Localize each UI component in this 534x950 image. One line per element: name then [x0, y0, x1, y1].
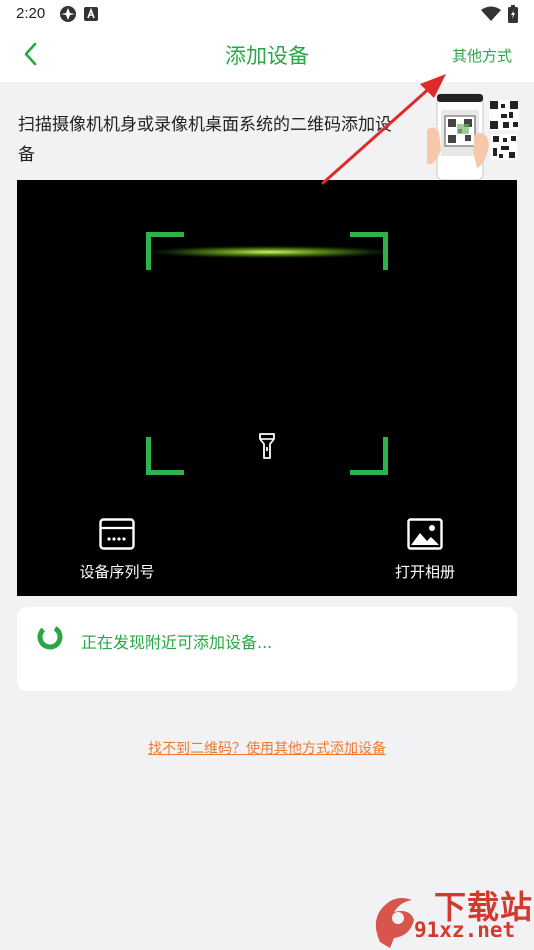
scan-line: [152, 246, 388, 258]
no-qr-code-link[interactable]: 找不到二维码？使用其他方式添加设备: [0, 738, 534, 758]
app-notification-icon: [60, 6, 76, 22]
scan-instruction: 扫描摄像机机身或录像机桌面系统的二维码添加设备: [18, 115, 392, 165]
wifi-icon: [481, 6, 501, 21]
qr-scan-illustration-icon: [427, 93, 519, 181]
loading-spinner-icon: [37, 624, 63, 650]
battery-icon: [508, 5, 518, 23]
device-discovery-card: 正在发现附近可添加设备...: [17, 607, 517, 691]
a-badge-icon: [84, 7, 98, 21]
serial-number-button[interactable]: 设备序列号: [75, 518, 159, 582]
qr-scanner-viewport: 设备序列号 打开相册: [17, 180, 517, 596]
watermark: 下载站 91xz.net: [370, 880, 534, 950]
scan-frame-corner-bottom-right: [350, 437, 388, 475]
open-album-button[interactable]: 打开相册: [389, 518, 461, 582]
flashlight-icon[interactable]: [257, 432, 277, 462]
serial-number-label: 设备序列号: [79, 563, 155, 581]
other-ways-button[interactable]: 其他方式: [452, 45, 512, 66]
scan-frame-corner-bottom-left: [146, 437, 184, 475]
discovery-status-text: 正在发现附近可添加设备...: [81, 633, 273, 652]
app-header: 添加设备 其他方式: [0, 28, 534, 82]
watermark-domain: 91xz.net: [414, 918, 516, 942]
serial-number-icon: [99, 518, 135, 550]
image-icon: [407, 518, 443, 550]
open-album-label: 打开相册: [394, 563, 455, 581]
status-time: 2:20: [16, 5, 46, 22]
status-bar: 2:20: [0, 0, 534, 28]
